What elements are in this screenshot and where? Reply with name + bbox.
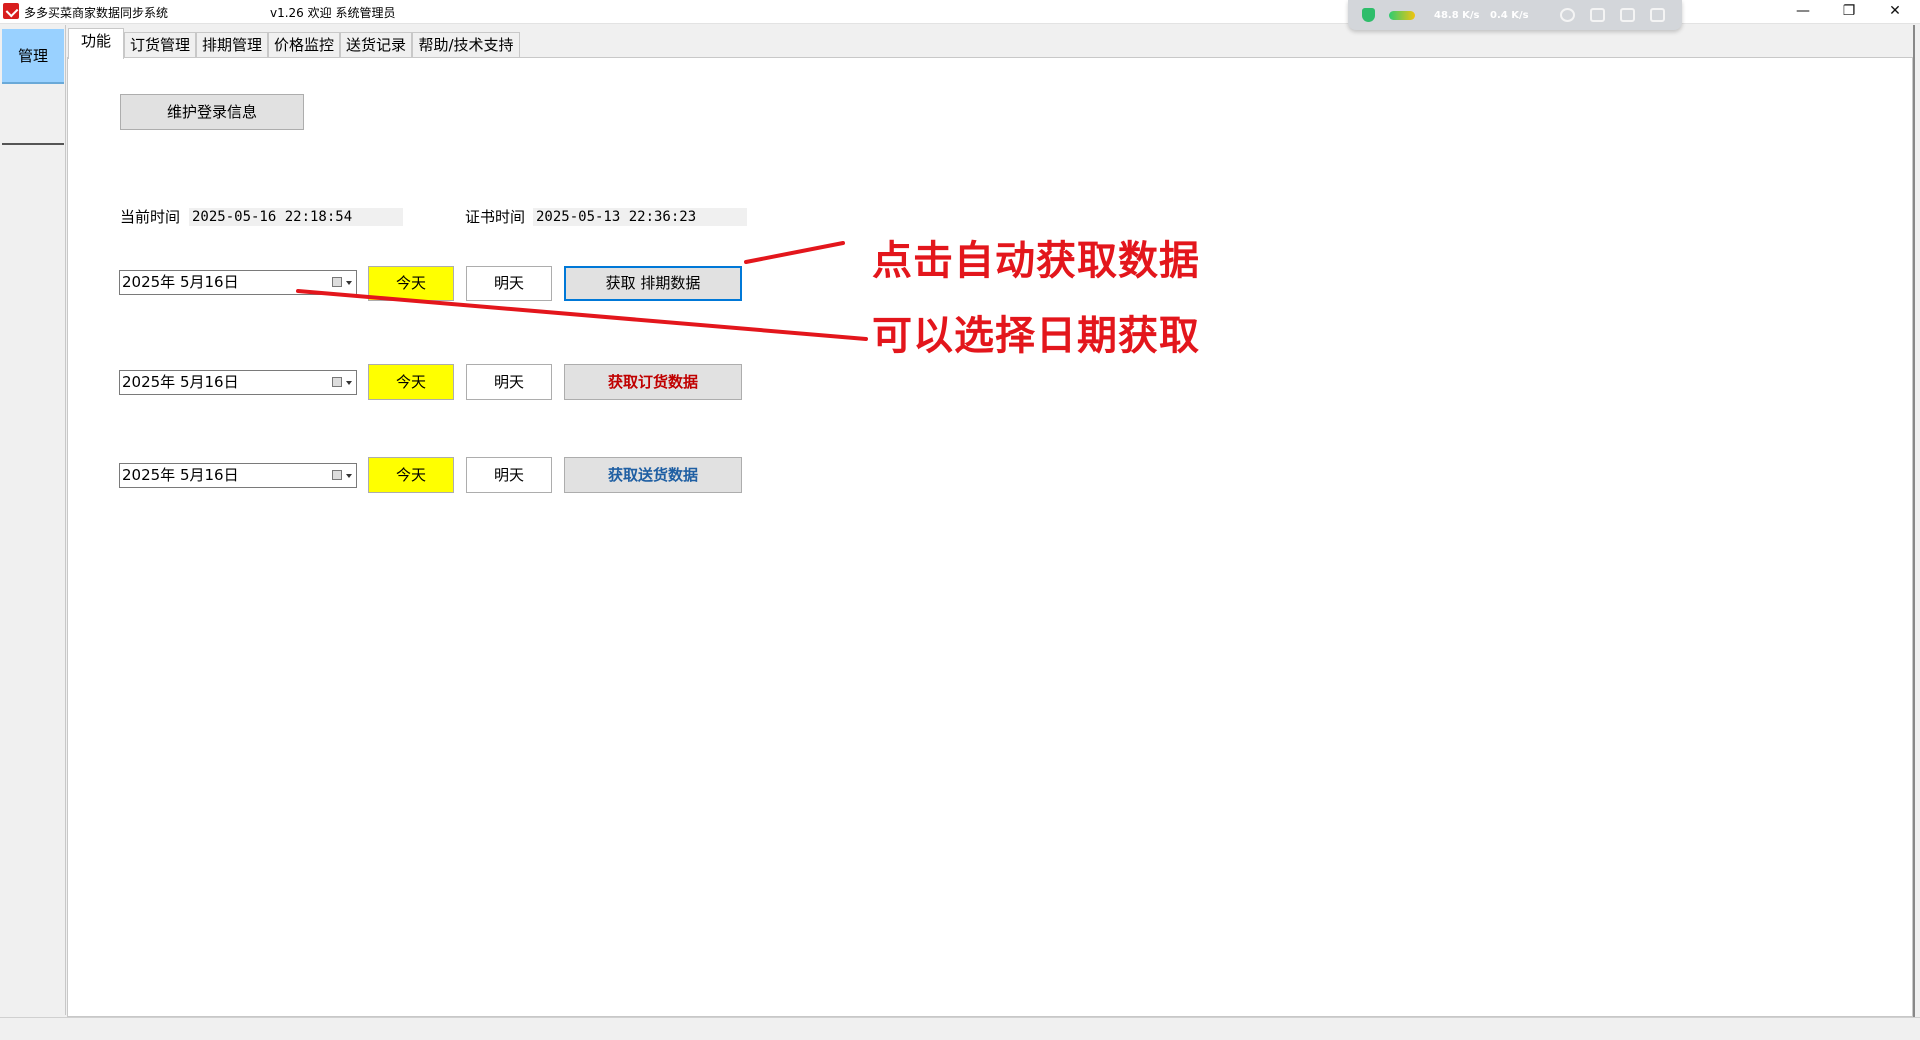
tab-functions[interactable]: 功能 [68, 28, 124, 59]
status-bar [0, 1017, 1920, 1040]
annotation-lines [296, 241, 868, 341]
annotation-line-date [296, 289, 868, 341]
annotation-auto-fetch: 点击自动获取数据 [872, 238, 1200, 284]
annotation-line-fetch [744, 241, 845, 264]
annotation-select-date: 可以选择日期获取 [872, 313, 1200, 359]
